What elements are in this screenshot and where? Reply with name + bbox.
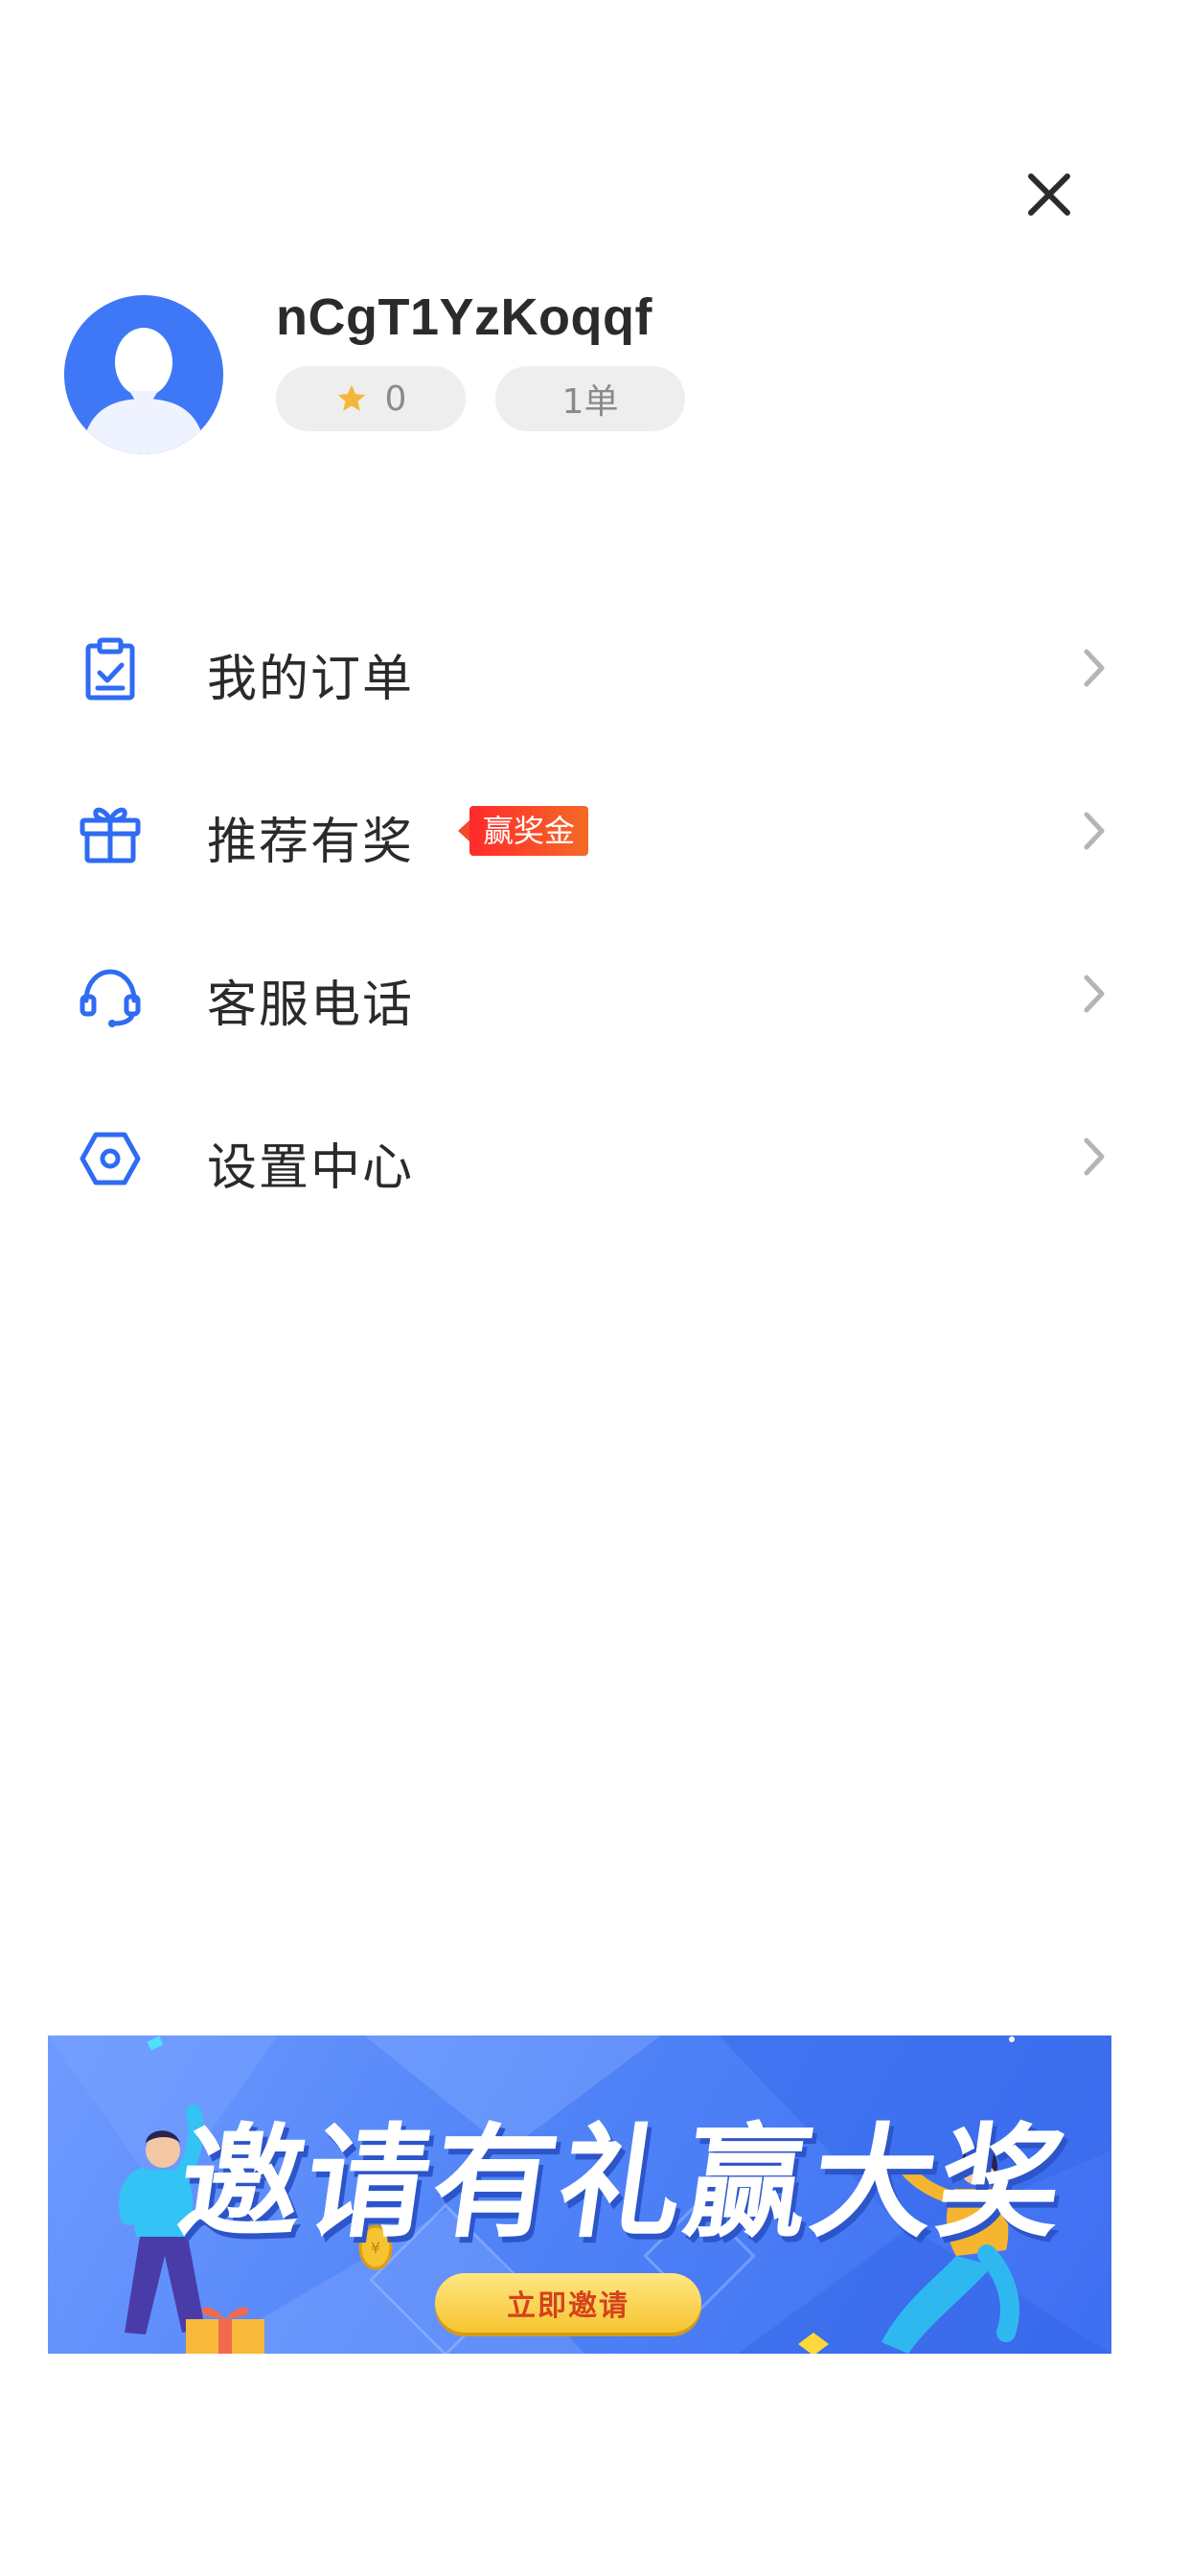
invite-banner[interactable]: ¥ 邀请有礼赢大奖 立即邀请	[48, 2036, 1111, 2354]
settings-icon	[80, 1132, 141, 1185]
menu-item-label: 客服电话	[207, 977, 415, 1034]
chevron-right-icon	[1084, 1138, 1105, 1176]
reward-badge-text: 赢奖金	[469, 806, 589, 856]
chevron-right-icon	[1084, 812, 1105, 850]
menu-item-my-orders[interactable]: 我的订单	[0, 600, 1190, 734]
gem-icon	[798, 2333, 829, 2354]
close-icon	[1028, 173, 1070, 216]
reward-badge: 赢奖金	[458, 805, 589, 857]
banner-headline: 邀请有礼赢大奖	[170, 2112, 1076, 2255]
chevron-right-icon	[1084, 975, 1105, 1013]
menu-item-customer-service[interactable]: 客服电话	[0, 926, 1190, 1060]
order-icon	[85, 637, 135, 701]
menu-item-label: 推荐有奖	[207, 814, 415, 871]
avatar[interactable]	[64, 295, 223, 454]
gift-icon	[80, 807, 141, 863]
rating-value: 0	[384, 379, 407, 419]
menu-item-label: 设置中心	[207, 1139, 415, 1197]
headset-icon	[80, 969, 141, 1027]
invite-now-button[interactable]: 立即邀请	[435, 2273, 701, 2333]
menu-item-settings[interactable]: 设置中心	[0, 1089, 1190, 1223]
gift-box-illustration	[186, 2307, 264, 2354]
order-count-badge: 1单	[495, 366, 685, 431]
chevron-right-icon	[1084, 649, 1105, 687]
close-button[interactable]	[1016, 161, 1083, 228]
order-count-value: 1单	[561, 382, 619, 422]
star-icon	[335, 382, 368, 415]
menu-item-referral[interactable]: 推荐有奖 赢奖金	[0, 763, 1190, 897]
user-silhouette-icon	[64, 295, 223, 454]
rating-badge: 0	[276, 366, 466, 431]
username: nCgT1YzKoqqf	[276, 288, 652, 346]
menu-item-label: 我的订单	[207, 651, 415, 708]
